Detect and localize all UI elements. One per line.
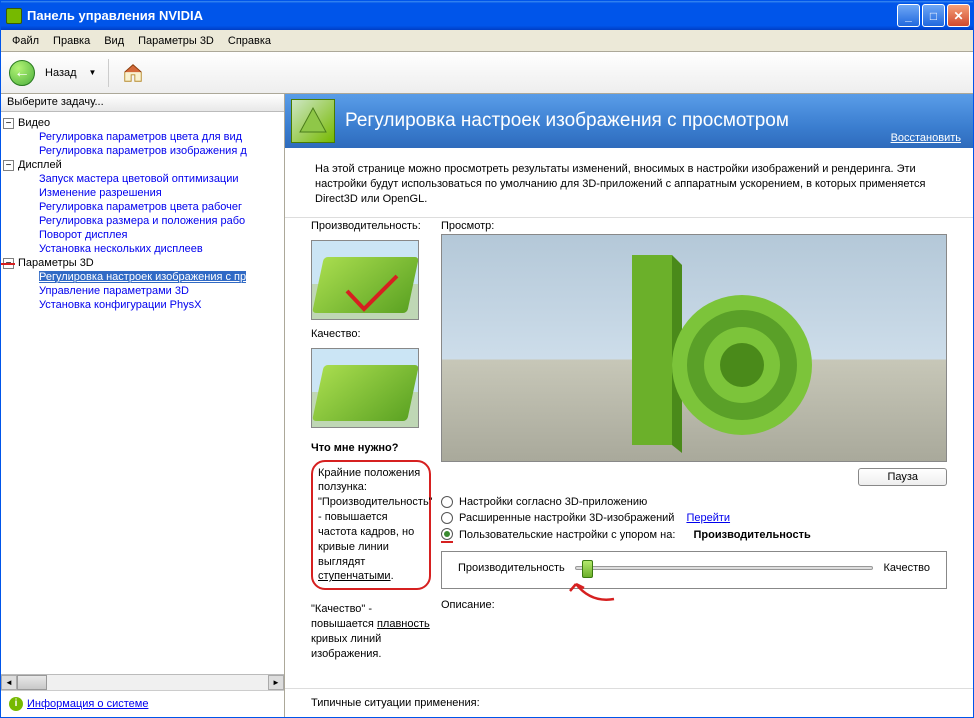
menu-help[interactable]: Справка (221, 33, 278, 49)
tree-item-selected[interactable]: Регулировка настроек изображения с пр (39, 271, 246, 283)
help-text-2: "Качество" - повышается плавность кривых… (311, 602, 431, 661)
menu-view[interactable]: Вид (97, 33, 131, 49)
home-button[interactable] (119, 59, 147, 87)
annotation-red-line (1, 263, 15, 265)
tree-item[interactable]: Управление параметрами 3D (39, 285, 189, 297)
pause-button[interactable]: Пауза (858, 468, 947, 486)
annotation-red-arrow (566, 579, 616, 603)
preview-label: Просмотр: (441, 218, 947, 234)
menu-edit[interactable]: Правка (46, 33, 97, 49)
scroll-thumb[interactable] (17, 675, 47, 690)
scroll-right-icon[interactable]: ► (268, 675, 284, 690)
right-column: Просмотр: Пауза Настройки согласно 3D-пр… (441, 218, 947, 682)
help-link-smooth[interactable]: плавность (377, 618, 430, 630)
tree-cat-video: Видео (18, 117, 50, 129)
tree-item[interactable]: Регулировка размера и положения рабо (39, 215, 245, 227)
sidebar-footer: i Информация о системе (1, 690, 284, 717)
banner-3d-icon (291, 99, 335, 143)
tree-cat-display: Дисплей (18, 159, 62, 171)
menu-bar: Файл Правка Вид Параметры 3D Справка (1, 30, 973, 52)
quality-label: Качество: (311, 326, 431, 342)
maximize-button[interactable]: □ (922, 4, 945, 27)
tree-item[interactable]: Установка конфигурации PhysX (39, 299, 201, 311)
radio-custom[interactable] (441, 528, 453, 540)
back-button[interactable]: ← (9, 60, 35, 86)
titlebar[interactable]: Панель управления NVIDIA _ □ ✕ (1, 1, 973, 30)
typical-section: Типичные ситуации применения: (285, 688, 973, 717)
nvidia-logo-icon (6, 8, 22, 24)
sidebar: Выберите задачу... −Видео Регулировка па… (1, 94, 285, 717)
tree-toggle-video[interactable]: − (3, 118, 14, 129)
restore-link[interactable]: Восстановить (891, 132, 961, 144)
tree-item[interactable]: Регулировка параметров изображения д (39, 145, 247, 157)
radio-label: Пользовательские настройки с упором на: (459, 529, 675, 541)
slider-label-right: Качество (883, 562, 930, 574)
slider-thumb[interactable] (582, 560, 593, 578)
menu-params3d[interactable]: Параметры 3D (131, 33, 221, 49)
radio-app-settings[interactable] (441, 496, 453, 508)
scroll-left-icon[interactable]: ◄ (1, 675, 17, 690)
radio-label: Настройки согласно 3D-приложению (459, 496, 647, 508)
preview-3d-object-icon (612, 245, 822, 455)
main-area: Выберите задачу... −Видео Регулировка па… (1, 94, 973, 717)
close-button[interactable]: ✕ (947, 4, 970, 27)
tree-item[interactable]: Запуск мастера цветовой оптимизации (39, 173, 239, 185)
radio-label: Расширенные настройки 3D-изображений (459, 512, 674, 524)
quality-thumbnail (311, 348, 419, 428)
tree-item[interactable]: Регулировка параметров цвета для вид (39, 131, 242, 143)
description-label: Описание: (441, 599, 947, 611)
radio-advanced[interactable] (441, 512, 453, 524)
quality-slider[interactable] (575, 566, 874, 570)
back-label[interactable]: Назад (41, 67, 81, 79)
help-link-stepped[interactable]: ступенчатыми (318, 570, 391, 582)
content-pane: Регулировка настроек изображения с просм… (285, 94, 973, 717)
perf-thumbnail (311, 240, 419, 320)
left-column: Производительность: Качество: Что мне ну… (311, 218, 431, 682)
back-dropdown-icon[interactable]: ▼ (87, 68, 99, 77)
info-icon: i (9, 697, 23, 711)
tree-toggle-display[interactable]: − (3, 160, 14, 171)
home-icon (122, 62, 144, 84)
sidebar-header: Выберите задачу... (1, 94, 284, 112)
back-arrow-icon: ← (14, 64, 30, 82)
tree-cat-3d: Параметры 3D (18, 257, 94, 269)
perf-label: Производительность: (311, 218, 431, 234)
slider-label-left: Производительность (458, 562, 565, 574)
system-info-link[interactable]: Информация о системе (27, 698, 148, 710)
tree-item[interactable]: Поворот дисплея (39, 229, 127, 241)
sidebar-hscroll[interactable]: ◄ ► (1, 674, 284, 690)
help-text-circled: Крайние положения ползунка: "Производите… (311, 460, 431, 591)
tree-item[interactable]: Установка нескольких дисплеев (39, 243, 203, 255)
tree-item[interactable]: Регулировка параметров цвета рабочег (39, 201, 242, 213)
task-tree: −Видео Регулировка параметров цвета для … (1, 112, 284, 674)
tree-item[interactable]: Изменение разрешения (39, 187, 162, 199)
page-title: Регулировка настроек изображения с просм… (345, 110, 891, 132)
window-title: Панель управления NVIDIA (27, 8, 897, 23)
page-banner: Регулировка настроек изображения с просм… (285, 94, 973, 148)
toolbar-separator (108, 59, 109, 87)
custom-emphasis-value: Производительность (694, 529, 811, 541)
slider-box: Производительность Качество (441, 551, 947, 589)
toolbar: ← Назад ▼ (1, 52, 973, 94)
app-window: Панель управления NVIDIA _ □ ✕ Файл Прав… (0, 0, 974, 718)
page-description: На этой странице можно просмотреть резул… (285, 148, 973, 217)
preview-3d-viewport (441, 234, 947, 462)
help-header: Что мне нужно? (311, 442, 431, 454)
minimize-button[interactable]: _ (897, 4, 920, 27)
settings-area: Производительность: Качество: Что мне ну… (285, 217, 973, 688)
menu-file[interactable]: Файл (5, 33, 46, 49)
goto-link[interactable]: Перейти (686, 512, 730, 524)
